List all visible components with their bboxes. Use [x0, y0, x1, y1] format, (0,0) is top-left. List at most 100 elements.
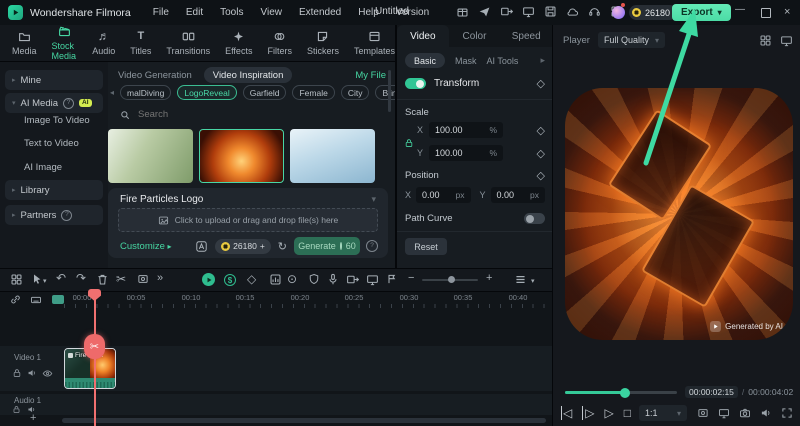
- support-icon[interactable]: [588, 5, 601, 18]
- mirror-display-icon[interactable]: [718, 407, 730, 419]
- export-queue-icon[interactable]: [500, 5, 513, 18]
- link-lock-icon[interactable]: [404, 138, 414, 148]
- lock-icon[interactable]: [12, 368, 22, 378]
- track-height-icon[interactable]: [514, 273, 527, 286]
- my-file-link[interactable]: My File: [355, 70, 386, 81]
- quality-dropdown[interactable]: Full Quality ▾: [598, 32, 665, 48]
- track-link-icon[interactable]: [10, 294, 21, 305]
- help-icon[interactable]: ?: [63, 98, 74, 109]
- record-icon[interactable]: ⊙: [287, 272, 297, 286]
- subtab-mask[interactable]: Mask: [455, 56, 477, 66]
- tab-video-generation[interactable]: Video Generation: [118, 70, 192, 81]
- zoom-out-icon[interactable]: −: [408, 272, 414, 284]
- menu-view[interactable]: View: [260, 7, 282, 18]
- keyframe-icon[interactable]: ◇: [537, 169, 545, 182]
- sidebar-item-ai-media[interactable]: ▾ AI Media ? AI: [5, 93, 103, 113]
- sidebar-item-library[interactable]: ▸ Library: [5, 180, 103, 200]
- credits-pill[interactable]: 26180: [629, 5, 677, 20]
- sidebar-item-ai-image[interactable]: AI Image: [24, 162, 62, 173]
- next-frame-button[interactable]: ▷: [582, 406, 594, 420]
- split-view-icon[interactable]: [759, 34, 772, 47]
- position-x-input[interactable]: 0.00 px: [416, 187, 470, 203]
- save-icon[interactable]: [544, 5, 557, 18]
- chip-garfield[interactable]: Garfield: [243, 85, 287, 100]
- delete-icon[interactable]: [96, 273, 109, 286]
- mask-shield-icon[interactable]: [308, 273, 320, 285]
- menu-edit[interactable]: Edit: [186, 7, 203, 18]
- info-icon[interactable]: ?: [366, 240, 378, 252]
- playback-progress-slider[interactable]: [565, 391, 677, 394]
- upload-dropzone[interactable]: Click to upload or drag and drop file(s)…: [118, 208, 378, 232]
- chevron-down-icon[interactable]: ▾: [43, 277, 47, 285]
- tab-media[interactable]: Media: [12, 30, 37, 56]
- previous-frame-button[interactable]: ◁: [561, 406, 572, 420]
- sidebar-item-image-to-video[interactable]: Image To Video: [24, 115, 90, 126]
- tab-video-inspiration[interactable]: Video Inspiration: [204, 67, 293, 83]
- path-curve-toggle[interactable]: [524, 213, 545, 224]
- redo-icon[interactable]: ↷: [76, 271, 86, 285]
- generate-button[interactable]: Generate 60: [294, 237, 360, 255]
- display-icon[interactable]: [522, 5, 535, 18]
- timeline-ruler[interactable]: 00:00 00:05 00:10 00:15 00:20 00:25 00:3…: [0, 291, 552, 309]
- select-tool-icon[interactable]: [31, 273, 43, 285]
- mute-icon[interactable]: [27, 368, 37, 378]
- tab-templates[interactable]: Templates: [354, 30, 395, 56]
- search-bar[interactable]: [120, 108, 260, 121]
- thumbnail-fire-logo-selected[interactable]: [199, 129, 284, 183]
- stop-button[interactable]: □: [624, 406, 631, 420]
- voiceover-mic-icon[interactable]: [327, 273, 339, 285]
- card-header[interactable]: Fire Particles Logo ▾: [120, 194, 376, 205]
- track-color-icon[interactable]: [52, 295, 64, 304]
- playhead-split-button[interactable]: ✂: [84, 334, 105, 359]
- chevron-down-icon[interactable]: ▾: [531, 277, 535, 285]
- chip-city[interactable]: City: [341, 85, 370, 100]
- chevron-left-icon[interactable]: ◂: [110, 88, 114, 97]
- tab-titles[interactable]: TTitles: [130, 30, 151, 56]
- tab-speed[interactable]: Speed: [500, 25, 552, 47]
- magnetic-timeline-icon[interactable]: [202, 273, 215, 286]
- reset-button[interactable]: Reset: [405, 238, 447, 255]
- tab-stickers[interactable]: Stickers: [307, 30, 339, 56]
- eye-icon[interactable]: [42, 368, 53, 379]
- close-button[interactable]: ×: [784, 6, 790, 18]
- keyframe-icon[interactable]: ◇: [247, 272, 256, 286]
- play-button[interactable]: ▷: [604, 406, 613, 420]
- chip-maldiving[interactable]: malDiving: [120, 85, 171, 100]
- transform-toggle[interactable]: [405, 78, 426, 89]
- cloud-icon[interactable]: [566, 5, 579, 18]
- detach-player-icon[interactable]: [780, 34, 793, 47]
- scale-x-input[interactable]: 100.00 %: [429, 122, 503, 138]
- export-clip-icon[interactable]: [346, 273, 359, 286]
- refresh-icon[interactable]: ↻: [278, 240, 287, 253]
- zoom-slider-handle[interactable]: [448, 276, 455, 283]
- keyframe-icon[interactable]: ◇: [537, 147, 545, 160]
- menu-file[interactable]: File: [153, 7, 169, 18]
- undo-icon[interactable]: ↶: [56, 271, 66, 285]
- slider-handle[interactable]: [620, 388, 630, 398]
- sidebar-item-text-to-video[interactable]: Text to Video: [24, 138, 79, 149]
- timeline-scrollbar[interactable]: [62, 418, 546, 423]
- credits-balance-pill[interactable]: 26180 +: [215, 239, 271, 254]
- thumbnail-ice-crystal[interactable]: [290, 129, 375, 183]
- keyframe-icon[interactable]: ◇: [537, 77, 545, 90]
- render-chart-icon[interactable]: [269, 273, 282, 286]
- restore-button[interactable]: [761, 8, 771, 18]
- tab-stock-media[interactable]: Stock Media: [52, 25, 78, 61]
- keyframe-icon[interactable]: ◇: [537, 124, 545, 137]
- avatar[interactable]: [612, 6, 625, 19]
- tab-color[interactable]: Color: [449, 25, 501, 47]
- help-icon[interactable]: ?: [61, 210, 72, 221]
- translate-icon[interactable]: [195, 240, 208, 253]
- add-track-button[interactable]: +: [30, 412, 36, 424]
- export-button[interactable]: Export ▾: [672, 4, 731, 21]
- split-icon[interactable]: ✂: [116, 272, 126, 286]
- media-browser-icon[interactable]: [10, 273, 23, 286]
- gift-icon[interactable]: [456, 5, 469, 18]
- menu-extended[interactable]: Extended: [299, 7, 341, 18]
- chip-logoreveal[interactable]: LogoReveal: [177, 85, 236, 100]
- minimize-button[interactable]: —: [735, 4, 745, 15]
- volume-icon[interactable]: [760, 407, 772, 419]
- share-icon[interactable]: [478, 5, 491, 18]
- sidebar-item-partners[interactable]: ▸ Partners ?: [5, 205, 103, 225]
- fullscreen-icon[interactable]: [781, 407, 793, 419]
